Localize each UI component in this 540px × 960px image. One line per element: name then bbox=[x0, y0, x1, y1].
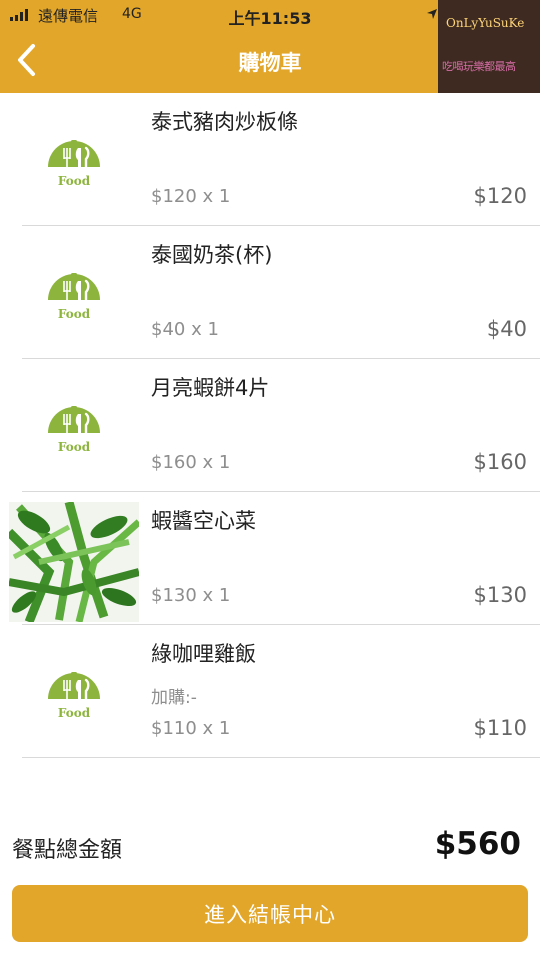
item-subtotal: $110 bbox=[473, 716, 527, 740]
svg-text:Food: Food bbox=[58, 706, 91, 720]
item-addon: 加購:- bbox=[151, 688, 197, 708]
watermark-logo: OnLyYuSuKe 吃喝玩樂都最高 bbox=[438, 0, 540, 93]
item-thumbnail: Food bbox=[9, 236, 139, 356]
item-name: 蝦醬空心菜 bbox=[151, 509, 256, 533]
watermark-line-2: 吃喝玩樂都最高 bbox=[442, 60, 516, 73]
item-thumbnail: Food bbox=[9, 103, 139, 223]
item-thumbnail bbox=[9, 502, 139, 622]
item-subtotal: $160 bbox=[473, 450, 527, 474]
svg-text:Food: Food bbox=[58, 307, 91, 321]
watermark-line-1: OnLyYuSuKe bbox=[446, 16, 525, 30]
item-name: 泰式豬肉炒板條 bbox=[151, 110, 298, 134]
item-subtotal: $120 bbox=[473, 184, 527, 208]
total-amount: $560 bbox=[434, 826, 521, 862]
item-thumbnail: Food bbox=[9, 369, 139, 489]
item-name: 綠咖哩雞飯 bbox=[151, 642, 256, 666]
food-cloche-icon: Food bbox=[48, 273, 100, 321]
location-arrow-icon bbox=[427, 9, 437, 19]
item-unit-price-qty: $40 x 1 bbox=[151, 319, 219, 340]
svg-text:Food: Food bbox=[58, 440, 91, 454]
cart-item[interactable]: Food 泰式豬肉炒板條 $120 x 1 $120 bbox=[0, 93, 540, 226]
item-unit-price-qty: $120 x 1 bbox=[151, 186, 231, 207]
vegetable-photo bbox=[9, 502, 139, 622]
item-subtotal: $40 bbox=[486, 317, 527, 341]
food-cloche-icon: Food bbox=[48, 672, 100, 720]
top-bar: 遠傳電信 4G 上午11:53 購物車 OnLyYuSuKe 吃喝玩樂都最高 bbox=[0, 0, 540, 93]
food-cloche-icon: Food bbox=[48, 406, 100, 454]
food-cloche-icon: Food bbox=[48, 140, 100, 188]
cart-item[interactable]: Food 綠咖哩雞飯 加購:- $110 x 1 $110 bbox=[0, 625, 540, 758]
item-unit-price-qty: $160 x 1 bbox=[151, 452, 231, 473]
cart-item[interactable]: 蝦醬空心菜 $130 x 1 $130 bbox=[0, 492, 540, 625]
item-unit-price-qty: $110 x 1 bbox=[151, 718, 231, 739]
total-label: 餐點總金額 bbox=[12, 838, 123, 863]
cart-item[interactable]: Food 月亮蝦餅4片 $160 x 1 $160 bbox=[0, 359, 540, 492]
item-name: 月亮蝦餅4片 bbox=[151, 376, 270, 400]
cart-list: Food 泰式豬肉炒板條 $120 x 1 $120 Food 泰國奶茶(杯) … bbox=[0, 93, 540, 758]
svg-text:Food: Food bbox=[58, 174, 91, 188]
item-unit-price-qty: $130 x 1 bbox=[151, 585, 231, 606]
item-subtotal: $130 bbox=[473, 583, 527, 607]
item-name: 泰國奶茶(杯) bbox=[151, 243, 273, 267]
item-thumbnail: Food bbox=[9, 635, 139, 755]
checkout-button[interactable]: 進入結帳中心 bbox=[12, 885, 528, 942]
cart-item[interactable]: Food 泰國奶茶(杯) $40 x 1 $40 bbox=[0, 226, 540, 359]
